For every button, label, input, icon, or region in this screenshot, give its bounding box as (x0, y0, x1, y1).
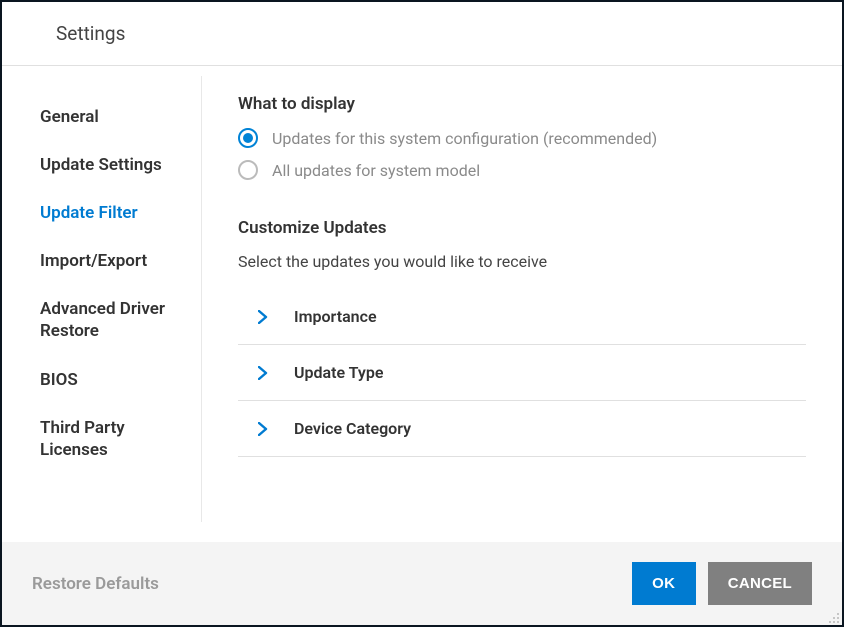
restore-defaults-link[interactable]: Restore Defaults (32, 574, 159, 594)
chevron-right-icon (256, 366, 270, 380)
customize-updates-subtitle: Select the updates you would like to rec… (238, 252, 806, 271)
what-to-display-title: What to display (238, 94, 806, 114)
sidebar-item-update-settings[interactable]: Update Settings (40, 154, 201, 176)
expander-label: Update Type (294, 363, 383, 382)
sidebar-item-advanced-driver-restore[interactable]: Advanced Driver Restore (40, 298, 201, 342)
radio-icon (238, 160, 258, 180)
footer-buttons: OK CANCEL (632, 562, 812, 605)
main-panel: What to display Updates for this system … (202, 66, 842, 542)
expander-device-category[interactable]: Device Category (238, 401, 806, 457)
page-title: Settings (56, 22, 842, 45)
radio-label: All updates for system model (272, 161, 480, 180)
sidebar-nav: General Update Settings Update Filter Im… (2, 76, 202, 522)
sidebar-item-third-party-licenses[interactable]: Third Party Licenses (40, 417, 201, 461)
window-body: General Update Settings Update Filter Im… (2, 66, 842, 542)
radio-icon (238, 128, 258, 148)
window-footer: Restore Defaults OK CANCEL (2, 542, 842, 625)
chevron-right-icon (256, 422, 270, 436)
chevron-right-icon (256, 310, 270, 324)
expander-label: Importance (294, 307, 377, 326)
display-radio-group: Updates for this system configuration (r… (238, 128, 806, 180)
resize-grip-icon[interactable] (826, 609, 840, 623)
customize-updates-title: Customize Updates (238, 218, 806, 238)
settings-window: Settings General Update Settings Update … (0, 0, 844, 627)
radio-label: Updates for this system configuration (r… (272, 129, 657, 148)
radio-all-updates[interactable]: All updates for system model (238, 160, 806, 180)
sidebar-item-update-filter[interactable]: Update Filter (40, 202, 201, 224)
window-header: Settings (2, 2, 842, 66)
sidebar-item-general[interactable]: General (40, 106, 201, 128)
sidebar-item-bios[interactable]: BIOS (40, 369, 201, 391)
radio-updates-this-system[interactable]: Updates for this system configuration (r… (238, 128, 806, 148)
expander-label: Device Category (294, 419, 411, 438)
ok-button[interactable]: OK (632, 562, 696, 605)
expander-importance[interactable]: Importance (238, 289, 806, 345)
sidebar-item-import-export[interactable]: Import/Export (40, 250, 201, 272)
expander-update-type[interactable]: Update Type (238, 345, 806, 401)
cancel-button[interactable]: CANCEL (708, 562, 812, 605)
